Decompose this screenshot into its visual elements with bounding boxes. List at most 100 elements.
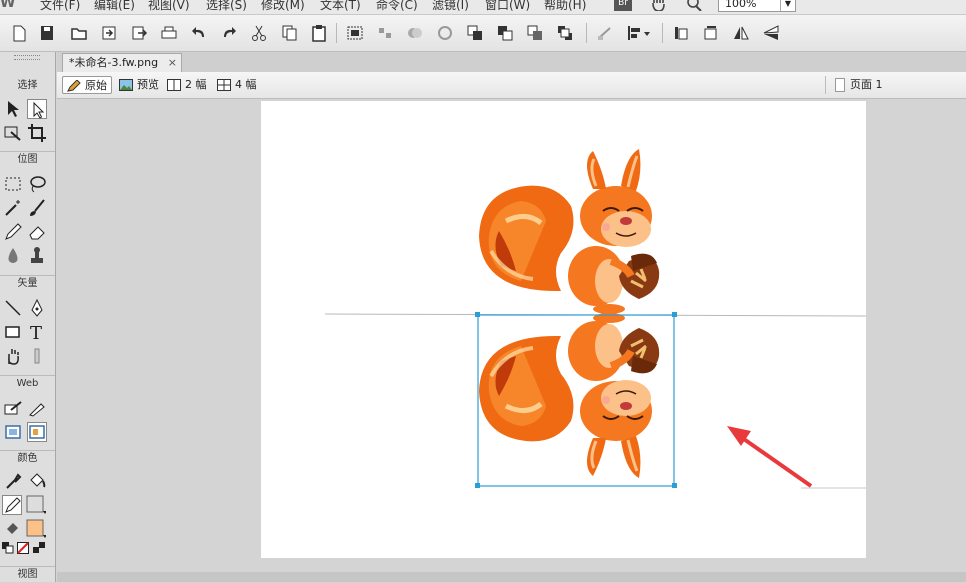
tab-original[interactable]: 原始 xyxy=(62,76,112,94)
scale-tool-icon[interactable] xyxy=(3,123,23,143)
pen-tool-icon[interactable] xyxy=(27,298,47,318)
flip-vertical-icon[interactable] xyxy=(762,24,780,42)
tab-2-up-label: 2 幅 xyxy=(185,78,207,91)
canvas-bottom-scrollbar[interactable] xyxy=(57,572,966,582)
paint-bucket-icon[interactable] xyxy=(27,471,47,491)
slice-tool-icon[interactable] xyxy=(27,398,47,418)
blur-tool-icon[interactable] xyxy=(3,246,23,266)
open-icon[interactable] xyxy=(70,24,88,42)
menu-filters[interactable]: 滤镜(I) xyxy=(432,0,469,13)
swap-colors-icon[interactable] xyxy=(33,542,46,562)
squirrel-original xyxy=(479,149,659,314)
section-vector: 矢量 xyxy=(0,275,55,292)
new-file-icon[interactable] xyxy=(10,24,28,42)
close-icon[interactable]: × xyxy=(168,54,177,72)
page-icon xyxy=(835,78,845,92)
split-icon[interactable] xyxy=(436,24,454,42)
show-slices-icon[interactable] xyxy=(27,422,47,442)
canvas-artwork xyxy=(324,101,867,489)
align-dropdown[interactable] xyxy=(626,24,652,42)
pencil-tool-icon[interactable] xyxy=(3,222,23,242)
app-logo: W xyxy=(0,0,16,11)
tab-2-up[interactable]: 2 幅 xyxy=(163,76,211,94)
export-icon[interactable] xyxy=(130,24,148,42)
hand-icon[interactable] xyxy=(650,0,668,12)
magic-wand-icon[interactable] xyxy=(3,198,23,218)
stroke-color-swatch[interactable] xyxy=(26,495,48,515)
divider xyxy=(825,76,826,94)
copy-icon[interactable] xyxy=(280,24,298,42)
save-icon[interactable] xyxy=(38,24,56,42)
menu-commands[interactable]: 命令(C) xyxy=(376,0,418,13)
pencil-icon xyxy=(67,79,81,92)
pointer-tool-icon[interactable] xyxy=(3,99,23,119)
stroke-pencil-icon[interactable] xyxy=(2,495,22,515)
menu-bar: W 文件(F) 编辑(E) 视图(V) 选择(S) 修改(M) 文本(T) 命令… xyxy=(0,0,966,15)
menu-view[interactable]: 视图(V) xyxy=(148,0,190,13)
squirrel-flipped xyxy=(479,313,659,478)
menu-text[interactable]: 文本(T) xyxy=(320,0,361,13)
zoom-icon[interactable] xyxy=(686,0,704,12)
two-panel-icon xyxy=(167,79,181,91)
bring-front-icon[interactable] xyxy=(466,24,484,42)
hide-slices-icon[interactable] xyxy=(3,422,23,442)
menu-edit[interactable]: 编辑(E) xyxy=(94,0,135,13)
paste-icon[interactable] xyxy=(310,24,328,42)
stamp-tool-icon[interactable] xyxy=(27,246,47,266)
eraser-tool-icon[interactable] xyxy=(27,222,47,242)
cut-icon[interactable] xyxy=(250,24,268,42)
rotate-left-icon[interactable] xyxy=(672,24,690,42)
toolbar-separator xyxy=(586,23,587,43)
panel-grip[interactable] xyxy=(14,55,40,60)
tab-preview-label: 预览 xyxy=(137,78,159,91)
tab-original-label: 原始 xyxy=(85,79,107,92)
document-tab-bar: *未命名-3.fw.png × xyxy=(57,52,966,72)
hotspot-tool-icon[interactable] xyxy=(3,398,23,418)
page-selector[interactable]: 页面 1 xyxy=(850,76,883,94)
bring-forward-icon[interactable] xyxy=(496,24,514,42)
menu-modify[interactable]: 修改(M) xyxy=(261,0,305,13)
menu-help[interactable]: 帮助(H) xyxy=(544,0,586,13)
rectangle-tool-icon[interactable] xyxy=(3,322,23,342)
document-tab[interactable]: *未命名-3.fw.png × xyxy=(62,53,182,72)
knife-tool-icon[interactable] xyxy=(27,346,47,366)
default-colors-icon[interactable] xyxy=(2,542,15,562)
undo-icon[interactable] xyxy=(190,24,208,42)
line-tool-icon[interactable] xyxy=(3,298,23,318)
group-icon[interactable] xyxy=(346,24,364,42)
section-bitmap: 位图 xyxy=(0,151,55,168)
join-icon[interactable] xyxy=(406,24,424,42)
rotate-right-icon[interactable] xyxy=(702,24,720,42)
menu-select[interactable]: 选择(S) xyxy=(206,0,247,13)
no-stroke-icon[interactable] xyxy=(17,542,30,562)
send-back-icon[interactable] xyxy=(556,24,574,42)
zoom-select[interactable]: 100% ▼ xyxy=(718,0,796,12)
subselect-tool-icon[interactable] xyxy=(27,99,47,119)
crop-tool-icon[interactable] xyxy=(27,123,47,143)
import-icon[interactable] xyxy=(100,24,118,42)
fill-bucket-icon[interactable] xyxy=(3,519,23,539)
flip-horizontal-icon[interactable] xyxy=(732,24,750,42)
print-icon[interactable] xyxy=(160,24,178,42)
document-canvas[interactable] xyxy=(261,101,867,558)
menu-window[interactable]: 窗口(W) xyxy=(485,0,530,13)
document-tab-title: *未命名-3.fw.png xyxy=(69,56,159,69)
brush-tool-icon[interactable] xyxy=(27,198,47,218)
bridge-button[interactable]: Br xyxy=(614,0,632,11)
zoom-value: 100% xyxy=(725,0,757,10)
eyedropper-tool-icon[interactable] xyxy=(3,471,23,491)
toolbar-separator xyxy=(336,23,337,43)
freeform-tool-icon[interactable] xyxy=(3,346,23,366)
tab-4-up[interactable]: 4 幅 xyxy=(213,76,261,94)
redo-icon[interactable] xyxy=(220,24,238,42)
distribute-icon[interactable] xyxy=(596,24,614,42)
marquee-tool-icon[interactable] xyxy=(3,174,23,194)
ungroup-icon[interactable] xyxy=(376,24,394,42)
fill-color-swatch[interactable] xyxy=(26,519,48,539)
image-icon xyxy=(119,79,133,91)
tab-preview[interactable]: 预览 xyxy=(115,76,163,94)
send-backward-icon[interactable] xyxy=(526,24,544,42)
lasso-tool-icon[interactable] xyxy=(27,174,47,194)
text-tool-icon[interactable]: T xyxy=(27,322,47,344)
menu-file[interactable]: 文件(F) xyxy=(40,0,80,13)
